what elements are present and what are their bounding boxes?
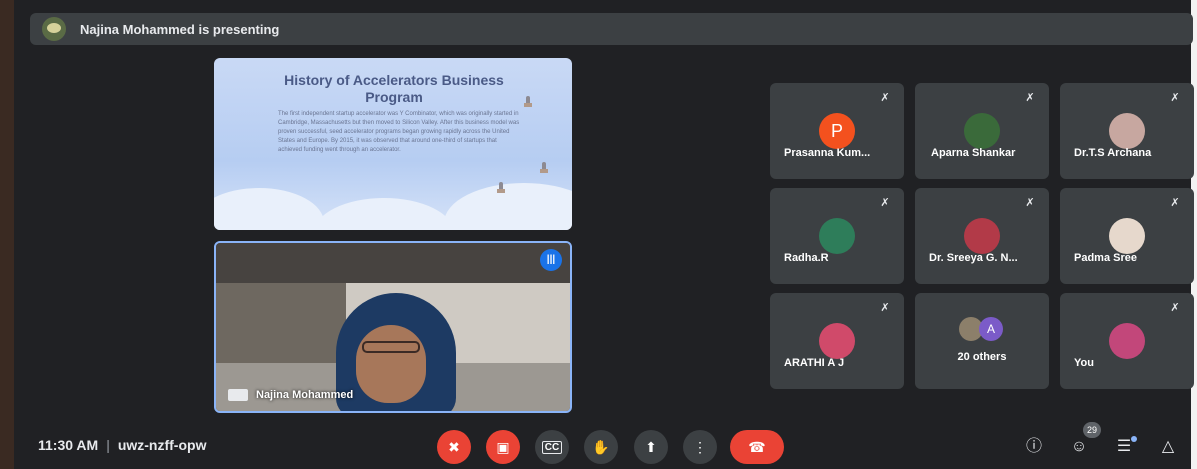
raise-hand-button[interactable]: ✋ bbox=[584, 430, 618, 464]
meeting-time: 11:30 AM bbox=[38, 437, 99, 453]
others-avatar-stack: A bbox=[959, 317, 1009, 341]
activities-icon[interactable]: △ bbox=[1157, 436, 1179, 458]
presenter-glasses bbox=[362, 341, 420, 353]
participant-name: Prasanna Kum... bbox=[784, 147, 871, 159]
meeting-details-icon[interactable]: ⓘ bbox=[1023, 436, 1045, 458]
slide-cloud bbox=[314, 198, 454, 230]
participant-tile[interactable]: ✗ ARATHI A J bbox=[770, 293, 904, 389]
speaking-indicator-icon: ||| bbox=[540, 249, 562, 271]
participant-name: Dr. Sreeya G. N... bbox=[929, 252, 1018, 264]
avatar bbox=[1109, 323, 1145, 359]
avatar bbox=[1109, 113, 1145, 149]
captions-button[interactable]: CC bbox=[535, 430, 569, 464]
mic-off-icon: ✗ bbox=[1170, 92, 1180, 104]
camera-toggle-button[interactable]: ▣ bbox=[486, 430, 520, 464]
presenter-face bbox=[356, 325, 426, 403]
participant-name: Dr.T.S Archana bbox=[1074, 147, 1152, 159]
presenter-video-tile[interactable]: ||| Najina Mohammed bbox=[214, 241, 572, 413]
others-tile[interactable]: A 20 others bbox=[915, 293, 1049, 389]
raise-hand-icon: ✋ bbox=[592, 438, 610, 455]
presenting-banner: Najina Mohammed is presenting bbox=[30, 13, 1193, 45]
rocket-icon bbox=[540, 162, 548, 174]
presenter-name: Najina Mohammed bbox=[256, 389, 354, 401]
video-background bbox=[216, 243, 570, 283]
mic-off-icon: ✗ bbox=[1170, 197, 1180, 209]
slide-cloud bbox=[444, 183, 572, 230]
mic-off-icon: ✗ bbox=[880, 92, 890, 104]
avatar bbox=[964, 113, 1000, 149]
avatar bbox=[819, 218, 855, 254]
rocket-icon bbox=[497, 182, 505, 194]
more-options-button[interactable]: ⋮ bbox=[683, 430, 717, 464]
mic-off-icon: ✗ bbox=[880, 302, 890, 314]
chat-notification-dot bbox=[1131, 436, 1137, 442]
pin-icon[interactable] bbox=[228, 389, 248, 401]
mic-off-icon: ✗ bbox=[1025, 92, 1035, 104]
captions-icon: CC bbox=[541, 440, 563, 454]
slide-body: The first independent startup accelerato… bbox=[278, 111, 520, 153]
more-vert-icon: ⋮ bbox=[693, 438, 707, 455]
present-button[interactable]: ⬆ bbox=[634, 430, 668, 464]
participant-tile[interactable]: ✗ Dr. Sreeya G. N... bbox=[915, 188, 1049, 284]
mic-off-icon: ✗ bbox=[880, 197, 890, 209]
slide-cloud bbox=[214, 188, 324, 230]
present-screen-icon: ⬆ bbox=[645, 438, 657, 455]
avatar: P bbox=[819, 113, 855, 149]
participant-name: Radha.R bbox=[784, 252, 829, 264]
participant-tile[interactable]: ✗ Aparna Shankar bbox=[915, 83, 1049, 179]
mic-off-icon: ✗ bbox=[1170, 302, 1180, 314]
mic-off-icon: ✗ bbox=[1025, 197, 1035, 209]
others-count: 20 others bbox=[957, 351, 1007, 363]
mic-off-icon: ✖ bbox=[448, 438, 460, 455]
meeting-separator: | bbox=[106, 437, 110, 453]
presenter-avatar bbox=[42, 17, 66, 41]
camera-off-icon: ▣ bbox=[496, 438, 510, 455]
participant-name: Padma Sree bbox=[1074, 252, 1137, 264]
rocket-icon bbox=[524, 96, 532, 108]
avatar bbox=[819, 323, 855, 359]
participant-name: Aparna Shankar bbox=[931, 147, 1016, 159]
presenting-text: Najina Mohammed is presenting bbox=[80, 21, 280, 37]
avatar bbox=[1109, 218, 1145, 254]
end-call-button[interactable]: ☎ bbox=[730, 430, 784, 464]
participant-tile[interactable]: ✗ Padma Sree bbox=[1060, 188, 1194, 284]
participant-tile[interactable]: ✗ P Prasanna Kum... bbox=[770, 83, 904, 179]
avatar: A bbox=[979, 317, 1003, 341]
mic-toggle-button[interactable]: ✖ bbox=[437, 430, 471, 464]
participant-name: You bbox=[1074, 357, 1094, 369]
participant-tile[interactable]: ✗ Dr.T.S Archana bbox=[1060, 83, 1194, 179]
end-call-icon: ☎ bbox=[748, 438, 766, 455]
window-frame-left bbox=[0, 0, 14, 469]
self-tile[interactable]: ✗ You bbox=[1060, 293, 1194, 389]
people-icon[interactable]: ☺ bbox=[1068, 436, 1090, 458]
meeting-code: uwz-nzff-opw bbox=[117, 437, 207, 453]
meeting-info: 11:30 AM | uwz-nzff-opw bbox=[38, 437, 206, 453]
slide-title: History of Accelerators Business Program bbox=[284, 72, 504, 105]
participant-tile[interactable]: ✗ Radha.R bbox=[770, 188, 904, 284]
participant-name: ARATHI A J bbox=[784, 357, 845, 369]
avatar bbox=[964, 218, 1000, 254]
shared-screen[interactable]: History of Accelerators Business Program… bbox=[214, 58, 572, 230]
